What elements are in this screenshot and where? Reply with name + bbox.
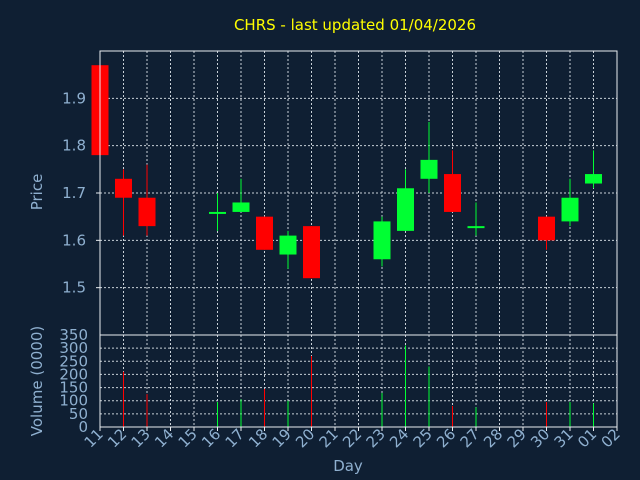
candle-body: [209, 211, 226, 214]
candle-body: [561, 197, 579, 222]
candle-body: [444, 174, 461, 212]
candle-body: [138, 197, 156, 227]
candle-body: [585, 174, 602, 184]
x-axis: 1112131415161718192021222324252627282930…: [81, 425, 624, 451]
candle-body: [397, 188, 414, 231]
price-axis-label: Price: [28, 174, 46, 211]
candle-body: [256, 216, 273, 250]
candle-body: [232, 202, 250, 212]
candle-body: [303, 226, 320, 279]
price-tick-label: 1.8: [62, 137, 86, 155]
price-tick-label: 1.9: [62, 89, 86, 107]
x-axis-label: Day: [333, 457, 363, 475]
candle-body: [373, 221, 391, 260]
candle-body: [279, 235, 297, 255]
price-tick-label: 1.6: [62, 231, 86, 249]
volume-tick-label: 350: [59, 326, 88, 344]
candle-body: [467, 226, 485, 229]
price-tick-label: 1.7: [62, 184, 86, 202]
price-tick-label: 1.5: [62, 279, 86, 297]
stock-chart: CHRS - last updated 01/04/2026 1.5 1.6 1.7…: [0, 0, 640, 480]
candle-body: [115, 178, 132, 198]
volume-axis-label: Volume (0000): [28, 326, 46, 436]
candle-body: [538, 216, 555, 241]
chart-title: CHRS - last updated 01/04/2026: [234, 16, 476, 34]
candle-body: [420, 159, 438, 179]
